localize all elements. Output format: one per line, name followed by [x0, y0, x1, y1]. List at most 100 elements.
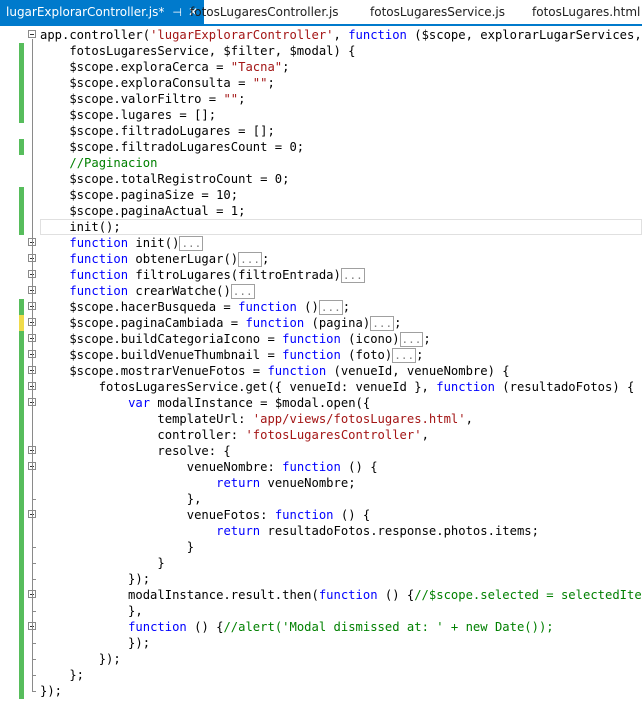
tab-label: lugarExplorarController.js* [6, 5, 165, 19]
code-text: //Paginacion [69, 156, 158, 170]
code-line[interactable]: $scope.valorFiltro = ""; [0, 91, 642, 107]
code-text: var modalInstance = $modal.open({ [128, 396, 371, 410]
code-line[interactable]: app.controller('lugarExplorarController'… [0, 27, 642, 43]
tab-fotos-lugares-html[interactable]: fotosLugares.html [532, 0, 640, 24]
modified-marker [19, 315, 24, 331]
changed-marker [19, 651, 24, 667]
code-line[interactable]: $scope.lugares = []; [0, 107, 642, 123]
code-line[interactable]: } [0, 555, 642, 571]
code-line[interactable]: $scope.hacerBusqueda = function ()...; [0, 299, 642, 315]
outline-guide-end [32, 579, 36, 580]
code-line[interactable]: $scope.exploraCerca = "Tacna"; [0, 59, 642, 75]
outline-guide-end [32, 547, 36, 548]
code-line[interactable]: modalInstance.result.then(function () {/… [0, 587, 642, 603]
tab-bar: lugarExplorarController.js* ⊣ ✕ fotosLugar… [0, 0, 642, 26]
outline-guide-end [32, 675, 36, 676]
changed-marker [19, 667, 24, 683]
changed-marker [19, 587, 24, 603]
code-line[interactable]: init(); [0, 219, 642, 235]
changed-marker [19, 331, 24, 347]
code-line[interactable]: }); [0, 571, 642, 587]
code-text: }; [40, 668, 85, 682]
code-line[interactable]: } [0, 539, 642, 555]
outline-guide [32, 471, 33, 499]
changed-marker [19, 411, 24, 427]
changed-marker [19, 187, 24, 203]
collapse-icon[interactable] [28, 30, 36, 38]
outline-guide [32, 631, 33, 643]
changed-marker [19, 491, 24, 507]
code-text: return venueNombre; [216, 476, 356, 490]
code-text: init(); [40, 220, 121, 234]
code-text: $scope.paginaCambiada = function (pagina… [40, 316, 402, 331]
changed-marker [19, 395, 24, 411]
code-line[interactable]: function () {//alert('Modal dismissed at… [0, 619, 642, 635]
code-line[interactable]: $scope.paginaSize = 10; [0, 187, 642, 203]
changed-marker [19, 619, 24, 635]
code-text: modalInstance.result.then(function () {/… [40, 588, 642, 602]
code-line[interactable]: fotosLugaresService.get({ venueId: venue… [0, 379, 642, 395]
code-text: $scope.buildVenueThumbnail = function (f… [40, 348, 424, 363]
tab-lugar-explorar-controller[interactable]: lugarExplorarController.js* ⊣ ✕ [0, 0, 205, 24]
code-line[interactable]: $scope.exploraConsulta = ""; [0, 75, 642, 91]
code-text: templateUrl: 'app/views/fotosLugares.htm… [40, 412, 473, 426]
code-text: }); [40, 572, 151, 586]
code-text: } [40, 540, 195, 554]
code-text: $scope.totalRegistroCount = 0; [40, 172, 290, 186]
code-line[interactable]: return venueNombre; [0, 475, 642, 491]
code-line[interactable]: controller: 'fotosLugaresController', [0, 427, 642, 443]
code-line[interactable]: $scope.buildCategoriaIcono = function (i… [0, 331, 642, 347]
code-line[interactable]: fotosLugaresService, $filter, $modal) { [0, 43, 642, 59]
changed-marker [19, 523, 24, 539]
changed-marker [19, 203, 24, 219]
code-line[interactable]: var modalInstance = $modal.open({ [0, 395, 642, 411]
code-line[interactable]: $scope.mostrarVenueFotos = function (ven… [0, 363, 642, 379]
code-line[interactable]: $scope.totalRegistroCount = 0; [0, 171, 642, 187]
code-line[interactable]: //Paginacion [0, 155, 642, 171]
code-line[interactable]: $scope.buildVenueThumbnail = function (f… [0, 347, 642, 363]
code-line[interactable]: function init()... [0, 235, 642, 251]
code-line[interactable]: templateUrl: 'app/views/fotosLugares.htm… [0, 411, 642, 427]
changed-marker [19, 363, 24, 379]
code-line[interactable]: venueFotos: function () { [0, 507, 642, 523]
changed-marker [19, 59, 24, 75]
code-line[interactable]: $scope.paginaActual = 1; [0, 203, 642, 219]
code-line[interactable]: return resultadoFotos.response.photos.it… [0, 523, 642, 539]
code-line[interactable]: resolve: { [0, 443, 642, 459]
tab-label: fotosLugaresService.js [370, 5, 505, 19]
code-line[interactable]: }); [0, 651, 642, 667]
code-text: fotosLugaresService.get({ venueId: venue… [40, 380, 635, 394]
code-line[interactable]: }, [0, 603, 642, 619]
code-text: function obtenerLugar()...; [69, 252, 270, 267]
tab-fotos-lugares-service[interactable]: fotosLugaresService.js [370, 0, 505, 24]
code-line[interactable]: }); [0, 683, 642, 699]
code-text: function init()... [69, 236, 204, 251]
code-line[interactable]: function filtroLugares(filtroEntrada)... [0, 267, 642, 283]
changed-marker [19, 75, 24, 91]
changed-marker [19, 555, 24, 571]
code-text: }); [40, 636, 151, 650]
tab-label: fotosLugaresController.js [190, 5, 339, 19]
changed-marker [19, 443, 24, 459]
code-editor[interactable]: app.controller('lugarExplorarController'… [0, 26, 642, 704]
code-line[interactable]: function obtenerLugar()...; [0, 251, 642, 267]
code-line[interactable]: $scope.filtradoLugaresCount = 0; [0, 139, 642, 155]
code-line[interactable]: }; [0, 667, 642, 683]
code-line[interactable]: }); [0, 635, 642, 651]
changed-marker [19, 459, 24, 475]
code-text: $scope.exploraConsulta = ""; [40, 76, 275, 90]
code-text: resolve: { [40, 444, 231, 458]
tab-fotos-lugares-controller[interactable]: fotosLugaresController.js [190, 0, 339, 24]
code-text: $scope.mostrarVenueFotos = function (ven… [40, 364, 510, 378]
pin-icon[interactable]: ⊣ [172, 6, 182, 19]
code-line[interactable]: }, [0, 491, 642, 507]
code-line[interactable]: $scope.paginaCambiada = function (pagina… [0, 315, 642, 331]
code-text: }); [40, 652, 121, 666]
code-line[interactable]: venueNombre: function () { [0, 459, 642, 475]
outline-guide [32, 599, 33, 611]
code-line[interactable]: function crearWatche()... [0, 283, 642, 299]
code-text: $scope.buildCategoriaIcono = function (i… [40, 332, 431, 347]
changed-marker [19, 107, 24, 123]
changed-marker [19, 139, 24, 155]
code-line[interactable]: $scope.filtradoLugares = []; [0, 123, 642, 139]
